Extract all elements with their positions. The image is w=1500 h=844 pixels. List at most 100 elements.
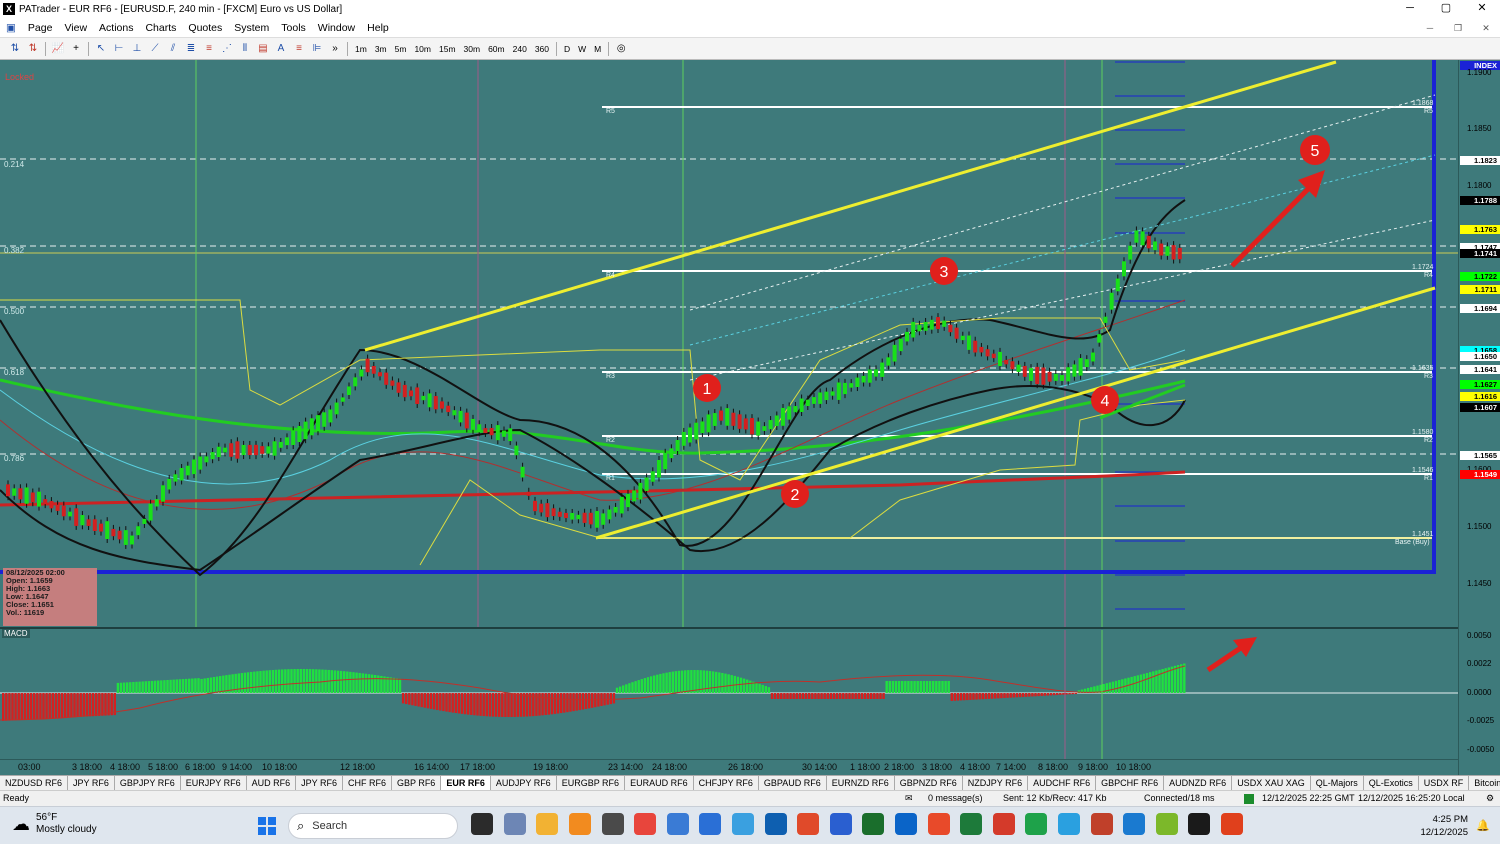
taskbar-app-icon[interactable]	[699, 813, 722, 835]
taskbar-clock[interactable]: 4:25 PM 12/12/2025	[1420, 813, 1468, 839]
tf-30m[interactable]: 30m	[460, 41, 485, 57]
taskbar-app-icon[interactable]	[1123, 813, 1146, 835]
taskbar-app-icon[interactable]	[895, 813, 918, 835]
symbol-tab[interactable]: EURGBP RF6	[557, 776, 626, 790]
tf-15m[interactable]: 15m	[435, 41, 460, 57]
tf-1m[interactable]: 1m	[351, 41, 371, 57]
menu-system[interactable]: System	[228, 22, 275, 34]
child-minimize-button[interactable]: ─	[1416, 18, 1444, 38]
symbol-tab[interactable]: GBPAUD RF6	[759, 776, 827, 790]
symbol-tab[interactable]: CHFJPY RF6	[694, 776, 759, 790]
symbol-tab[interactable]: EURAUD RF6	[625, 776, 694, 790]
pattern-tool-icon[interactable]: ⊫	[308, 41, 326, 57]
tf-10m[interactable]: 10m	[410, 41, 435, 57]
price-chart[interactable]: 1 2 3 4 5 Locked 0.214 0.382 0.500 0.618…	[0, 60, 1500, 775]
tf-m[interactable]: M	[590, 41, 605, 57]
symbol-tab[interactable]: USDX XAU XAG	[1232, 776, 1311, 790]
pitchfork-tool-icon[interactable]: ≡	[290, 41, 308, 57]
taskbar-app-icon[interactable]	[1155, 813, 1178, 835]
tf-d[interactable]: D	[560, 41, 574, 57]
tf-360[interactable]: 360	[531, 41, 553, 57]
taskbar-app-icon[interactable]	[764, 813, 787, 835]
taskbar-app-icon[interactable]	[992, 813, 1015, 835]
price-axis[interactable]: INDEX 1.1900 1.1850 1.1800 1.1600 1.1500…	[1458, 60, 1500, 775]
taskbar-app-icon[interactable]	[960, 813, 983, 835]
taskbar-app-icon[interactable]	[666, 813, 689, 835]
menu-charts[interactable]: Charts	[139, 22, 182, 34]
taskbar-app-icon[interactable]	[569, 813, 592, 835]
symbol-tab[interactable]: NZDJPY RF6	[963, 776, 1029, 790]
menu-help[interactable]: Help	[361, 22, 395, 34]
taskbar-app-icon[interactable]	[862, 813, 885, 835]
symbol-tab[interactable]: USDX RF	[1419, 776, 1470, 790]
channel-tool-icon[interactable]: ⫽	[164, 41, 182, 57]
fib-fan-tool-icon[interactable]: ≡	[200, 41, 218, 57]
menu-page[interactable]: Page	[22, 22, 59, 34]
child-restore-button[interactable]: ❐	[1444, 18, 1472, 38]
symbol-tab[interactable]: CHF RF6	[343, 776, 392, 790]
symbol-tab[interactable]: Bitcoin	[1469, 776, 1500, 790]
symbol-tab[interactable]: EURJPY RF6	[181, 776, 247, 790]
taskbar-app-icon[interactable]	[797, 813, 820, 835]
fib-tool-icon[interactable]: ≣	[182, 41, 200, 57]
taskbar-app-icon[interactable]	[1220, 813, 1243, 835]
pointer-icon[interactable]: ↖	[92, 41, 110, 57]
symbol-tab[interactable]: GBPNZD RF6	[895, 776, 963, 790]
taskbar-app-icon[interactable]	[1090, 813, 1113, 835]
tf-240[interactable]: 240	[509, 41, 531, 57]
chart-window-icon[interactable]: ▣	[0, 22, 22, 34]
symbol-tab[interactable]: AUDJPY RF6	[491, 776, 557, 790]
hline-tool-icon[interactable]: ⊢	[110, 41, 128, 57]
cycle-tool-icon[interactable]: ⦀	[236, 41, 254, 57]
tf-5m[interactable]: 5m	[391, 41, 411, 57]
minimize-button[interactable]: ─	[1392, 0, 1428, 18]
close-button[interactable]: ✕	[1464, 0, 1500, 18]
taskbar-app-icon[interactable]	[471, 813, 494, 835]
menu-view[interactable]: View	[58, 22, 93, 34]
taskbar-app-icon[interactable]	[927, 813, 950, 835]
symbol-tab[interactable]: EUR RF6	[441, 776, 491, 790]
windows-start-icon[interactable]	[258, 817, 276, 835]
taskbar-app-icon[interactable]	[1057, 813, 1080, 835]
rect-tool-icon[interactable]: ▤	[254, 41, 272, 57]
symbol-tab[interactable]: GBP RF6	[392, 776, 442, 790]
taskbar-app-icon[interactable]	[829, 813, 852, 835]
taskbar-search[interactable]: ⌕ Search	[288, 813, 458, 839]
menu-actions[interactable]: Actions	[93, 22, 139, 34]
symbol-tab[interactable]: NZDUSD RF6	[0, 776, 69, 790]
child-close-button[interactable]: ✕	[1472, 18, 1500, 38]
buy-arrow-icon[interactable]: ⇅	[6, 41, 24, 57]
tf-3m[interactable]: 3m	[371, 41, 391, 57]
taskbar-app-icon[interactable]	[732, 813, 755, 835]
more-tools-icon[interactable]: »	[326, 41, 344, 57]
symbol-tab[interactable]: JPY RF6	[68, 776, 115, 790]
crosshair-icon[interactable]: +	[67, 41, 85, 57]
trendline-tool-icon[interactable]: ⟋	[146, 41, 164, 57]
symbol-tab[interactable]: QL-Exotics	[1364, 776, 1419, 790]
symbol-tab[interactable]: AUD RF6	[247, 776, 297, 790]
taskbar-app-icon[interactable]	[1188, 813, 1211, 835]
symbol-tab[interactable]: AUDCHF RF6	[1028, 776, 1097, 790]
maximize-button[interactable]: ▢	[1428, 0, 1464, 18]
menu-tools[interactable]: Tools	[275, 22, 312, 34]
symbol-tab[interactable]: QL-Majors	[1311, 776, 1364, 790]
menu-window[interactable]: Window	[312, 22, 361, 34]
menu-quotes[interactable]: Quotes	[182, 22, 228, 34]
taskbar-app-icon[interactable]	[503, 813, 526, 835]
taskbar-app-icon[interactable]	[634, 813, 657, 835]
tf-w[interactable]: W	[574, 41, 590, 57]
taskbar-app-icon[interactable]	[536, 813, 559, 835]
sell-arrow-icon[interactable]: ⇅	[24, 41, 42, 57]
symbol-tab[interactable]: JPY RF6	[296, 776, 343, 790]
symbol-tab[interactable]: GBPJPY RF6	[115, 776, 181, 790]
chart-icon[interactable]: 📈	[49, 41, 67, 57]
settings-icon[interactable]: ⚙	[1486, 793, 1494, 804]
text-tool-icon[interactable]: A	[272, 41, 290, 57]
weather-widget[interactable]: ☁ 56°F Mostly cloudy	[12, 812, 97, 836]
mail-icon[interactable]: ✉	[905, 793, 913, 804]
tf-60m[interactable]: 60m	[484, 41, 509, 57]
gann-tool-icon[interactable]: ⋰	[218, 41, 236, 57]
clock-icon[interactable]: ◎	[612, 41, 630, 57]
symbol-tab[interactable]: EURNZD RF6	[827, 776, 895, 790]
taskbar-app-icon[interactable]	[601, 813, 624, 835]
